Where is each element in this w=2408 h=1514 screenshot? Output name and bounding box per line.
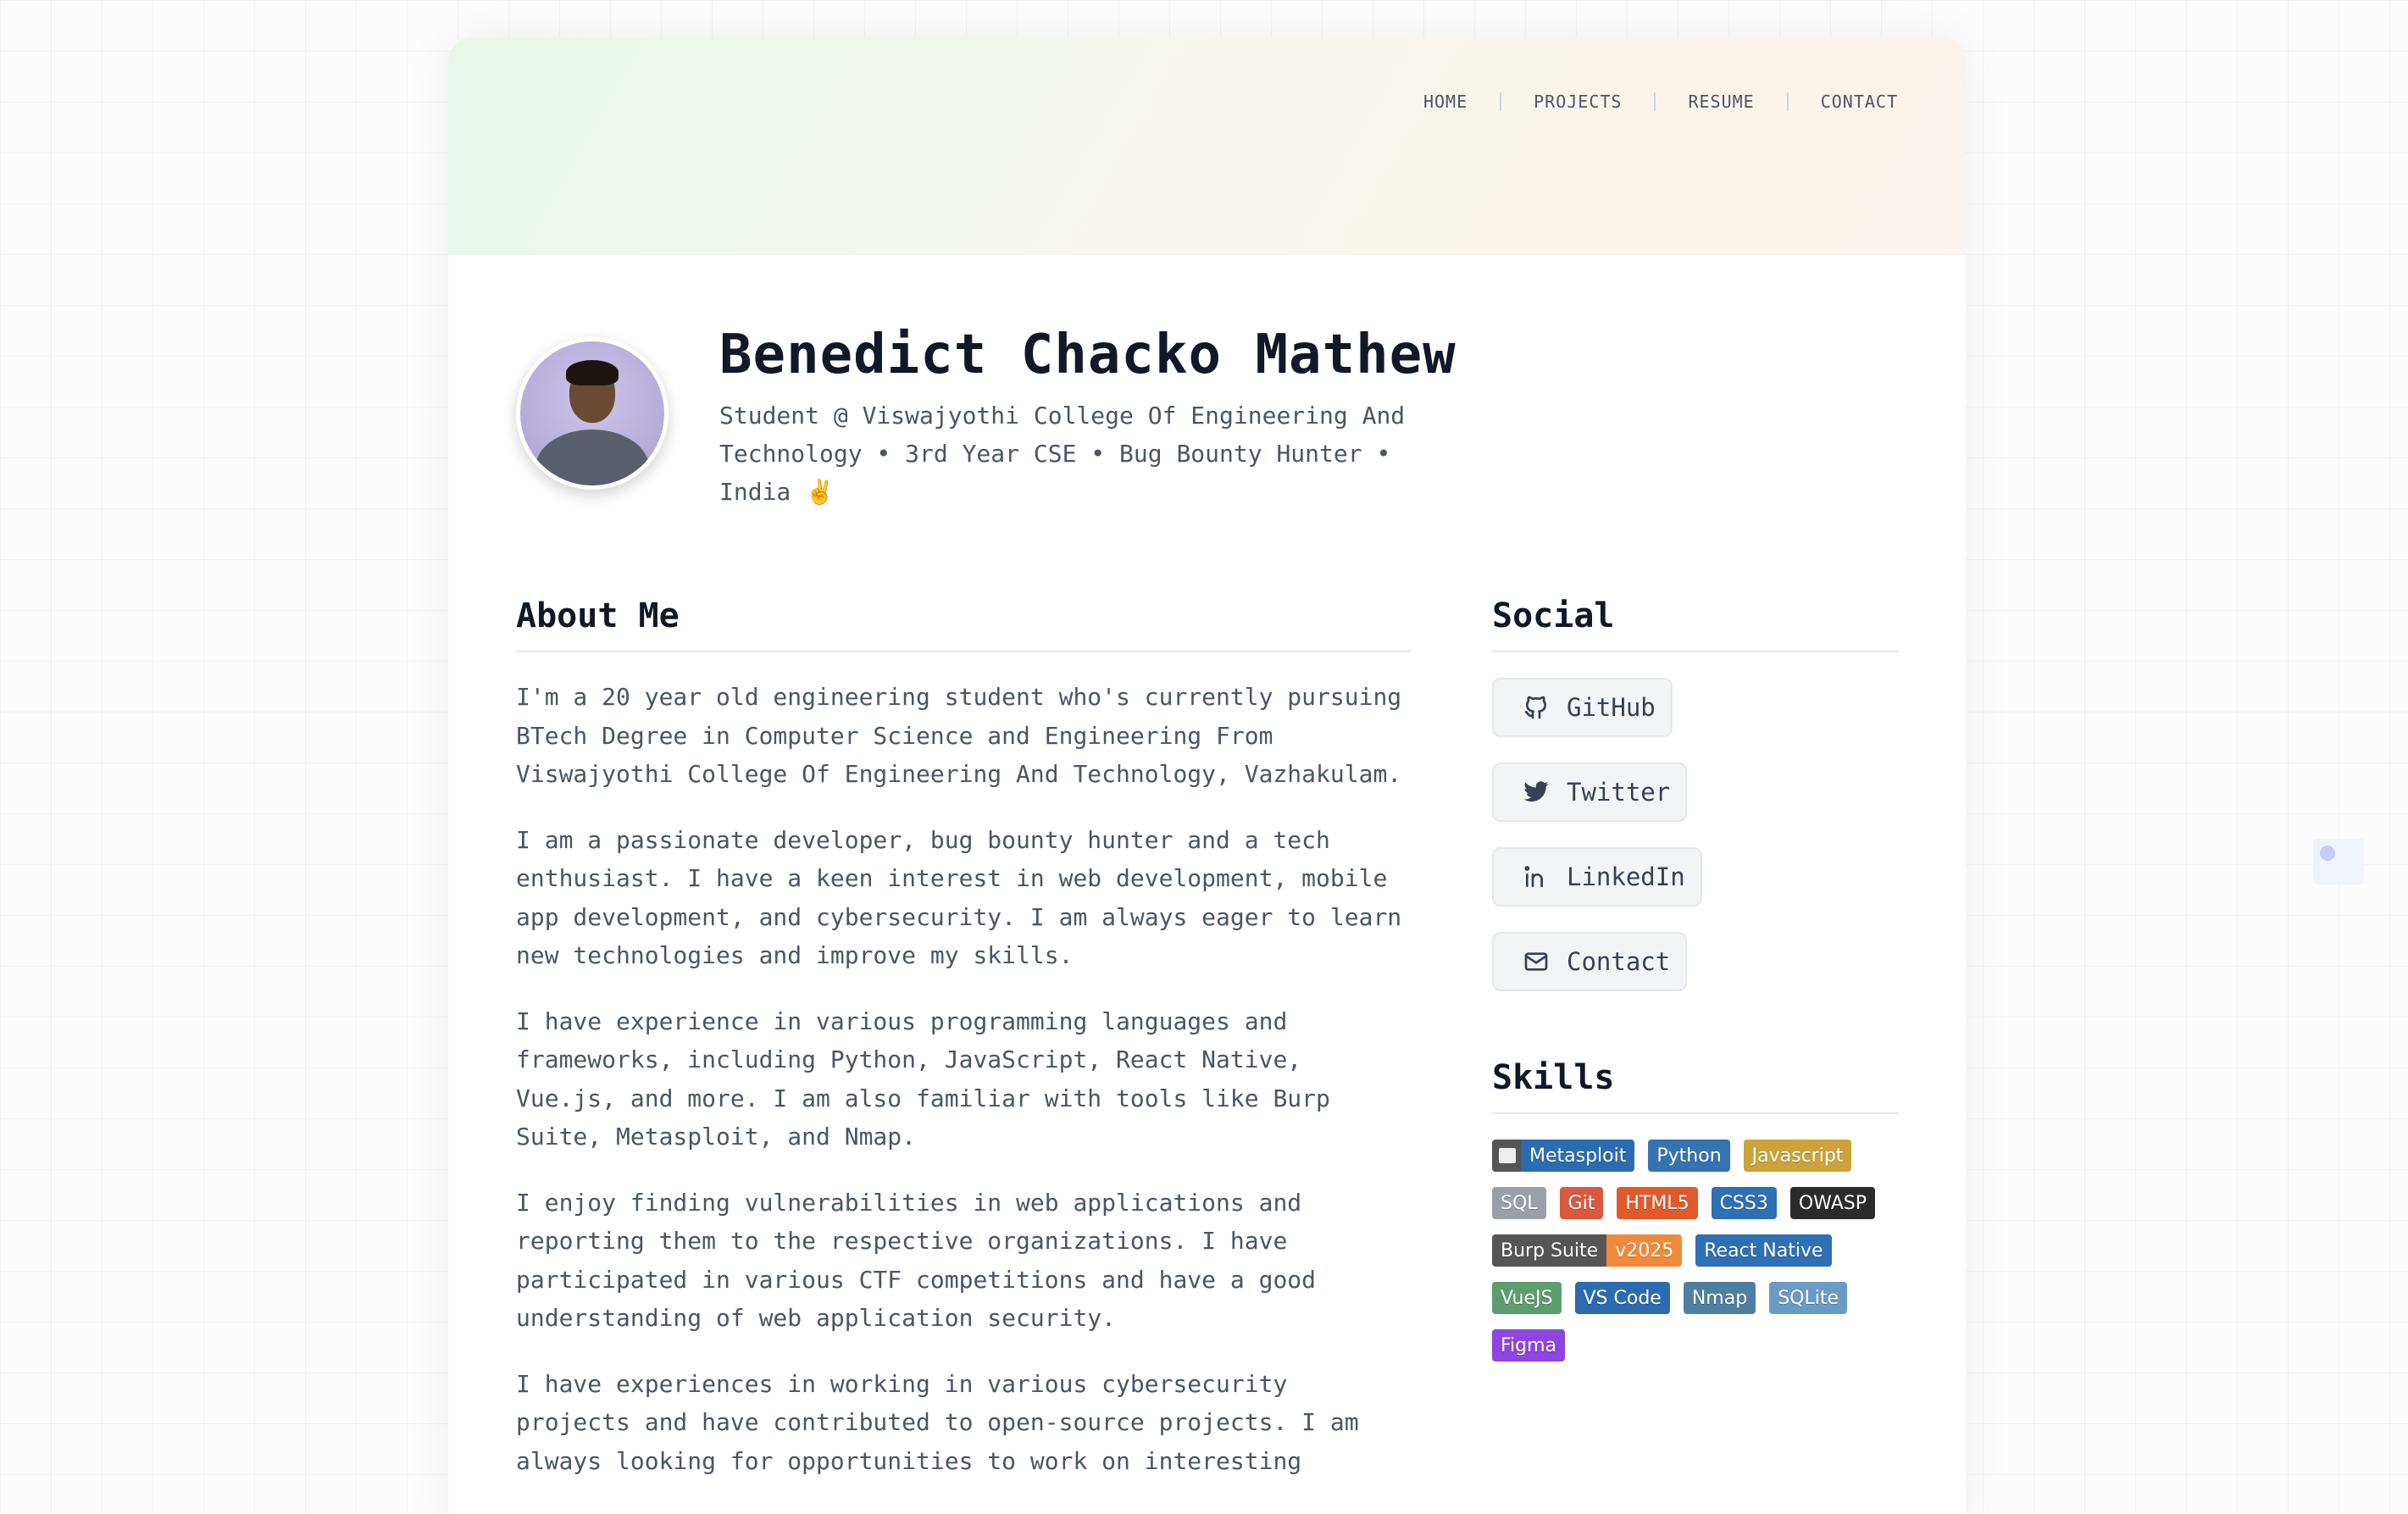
about-paragraph: I am a passionate developer, bug bounty … [516,825,1402,970]
profile-tagline: Student @ Viswajyothi College Of Enginee… [719,402,1406,506]
profile-card: HOME PROJECTS RESUME CONTACT Benedict Ch… [448,37,1966,1514]
nav-divider [1500,92,1502,111]
about-title: About Me [516,596,1411,652]
skill-badge-sql: SQL [1492,1187,1546,1219]
social-section: Social GitHub Twitter LinkedIn Contact [1492,596,1899,1017]
about-paragraph: I'm a 20 year old engineering student wh… [516,683,1402,788]
skill-badge-metasploit: Metasploit [1492,1140,1635,1172]
linkedin-label: LinkedIn [1567,862,1685,891]
nav-contact[interactable]: CONTACT [1821,92,1898,112]
skill-badge-css3: CSS3 [1711,1187,1777,1219]
skill-badge-vuejs: VueJS [1492,1282,1562,1314]
nav-divider [1786,92,1789,111]
twitter-icon [1523,781,1549,802]
about-section: About Me I'm a 20 year old engineering s… [516,596,1411,1480]
contact-button[interactable]: Contact [1492,932,1688,991]
terminal-icon [1492,1140,1521,1172]
twitter-button[interactable]: Twitter [1492,763,1688,822]
contact-label: Contact [1567,947,1671,976]
nav-divider [1654,92,1656,111]
skill-badge-figma: Figma [1492,1329,1566,1361]
skill-badge-react-native: React Native [1695,1234,1832,1267]
skill-badge-javascript: Javascript [1743,1140,1852,1172]
skills-title: Skills [1492,1058,1899,1114]
social-title: Social [1492,596,1899,652]
skills-badges: Metasploit Python Javascript SQL Git HTM… [1492,1140,1899,1361]
about-paragraph: I enjoy finding vulnerabilities in web a… [516,1188,1317,1333]
github-icon [1524,696,1546,719]
skill-badge-nmap: Nmap [1683,1282,1756,1314]
top-nav: HOME PROJECTS RESUME CONTACT [1423,92,1898,112]
linkedin-button[interactable]: LinkedIn [1492,847,1702,907]
github-button[interactable]: GitHub [1492,678,1673,737]
nav-resume[interactable]: RESUME [1688,92,1754,112]
github-label: GitHub [1567,693,1656,722]
nav-projects[interactable]: PROJECTS [1534,92,1622,112]
skills-section: Skills Metasploit Python Javascript SQL … [1492,1058,1899,1361]
dot-icon [2320,846,2335,861]
skill-badge-git: Git [1559,1187,1604,1219]
skill-badge-sqlite: SQLite [1769,1282,1847,1314]
mail-icon [1524,952,1548,971]
twitter-label: Twitter [1567,778,1671,807]
skill-badge-owasp: OWASP [1789,1187,1876,1219]
social-links: GitHub Twitter LinkedIn Contact [1492,678,1899,991]
nav-home[interactable]: HOME [1423,92,1468,112]
skill-badge-vscode: VS Code [1574,1282,1670,1314]
header-banner: HOME PROJECTS RESUME CONTACT [448,37,1966,255]
skill-badge-html5: HTML5 [1617,1187,1698,1219]
about-paragraph: I have experience in various programming… [516,1007,1330,1151]
avatar-photo [520,341,664,485]
skill-badge-burp-suite: Burp Suite v2025 [1492,1234,1683,1267]
skill-badge-python: Python [1648,1140,1730,1172]
linkedin-icon [1524,866,1543,887]
avatar [516,337,669,490]
floating-widget[interactable] [2313,839,2364,885]
about-paragraph: I have experiences in working in various… [516,1369,1359,1475]
skill-badge-version: v2025 [1606,1234,1683,1267]
profile-name: Benedict Chacko Mathew [719,324,1456,386]
